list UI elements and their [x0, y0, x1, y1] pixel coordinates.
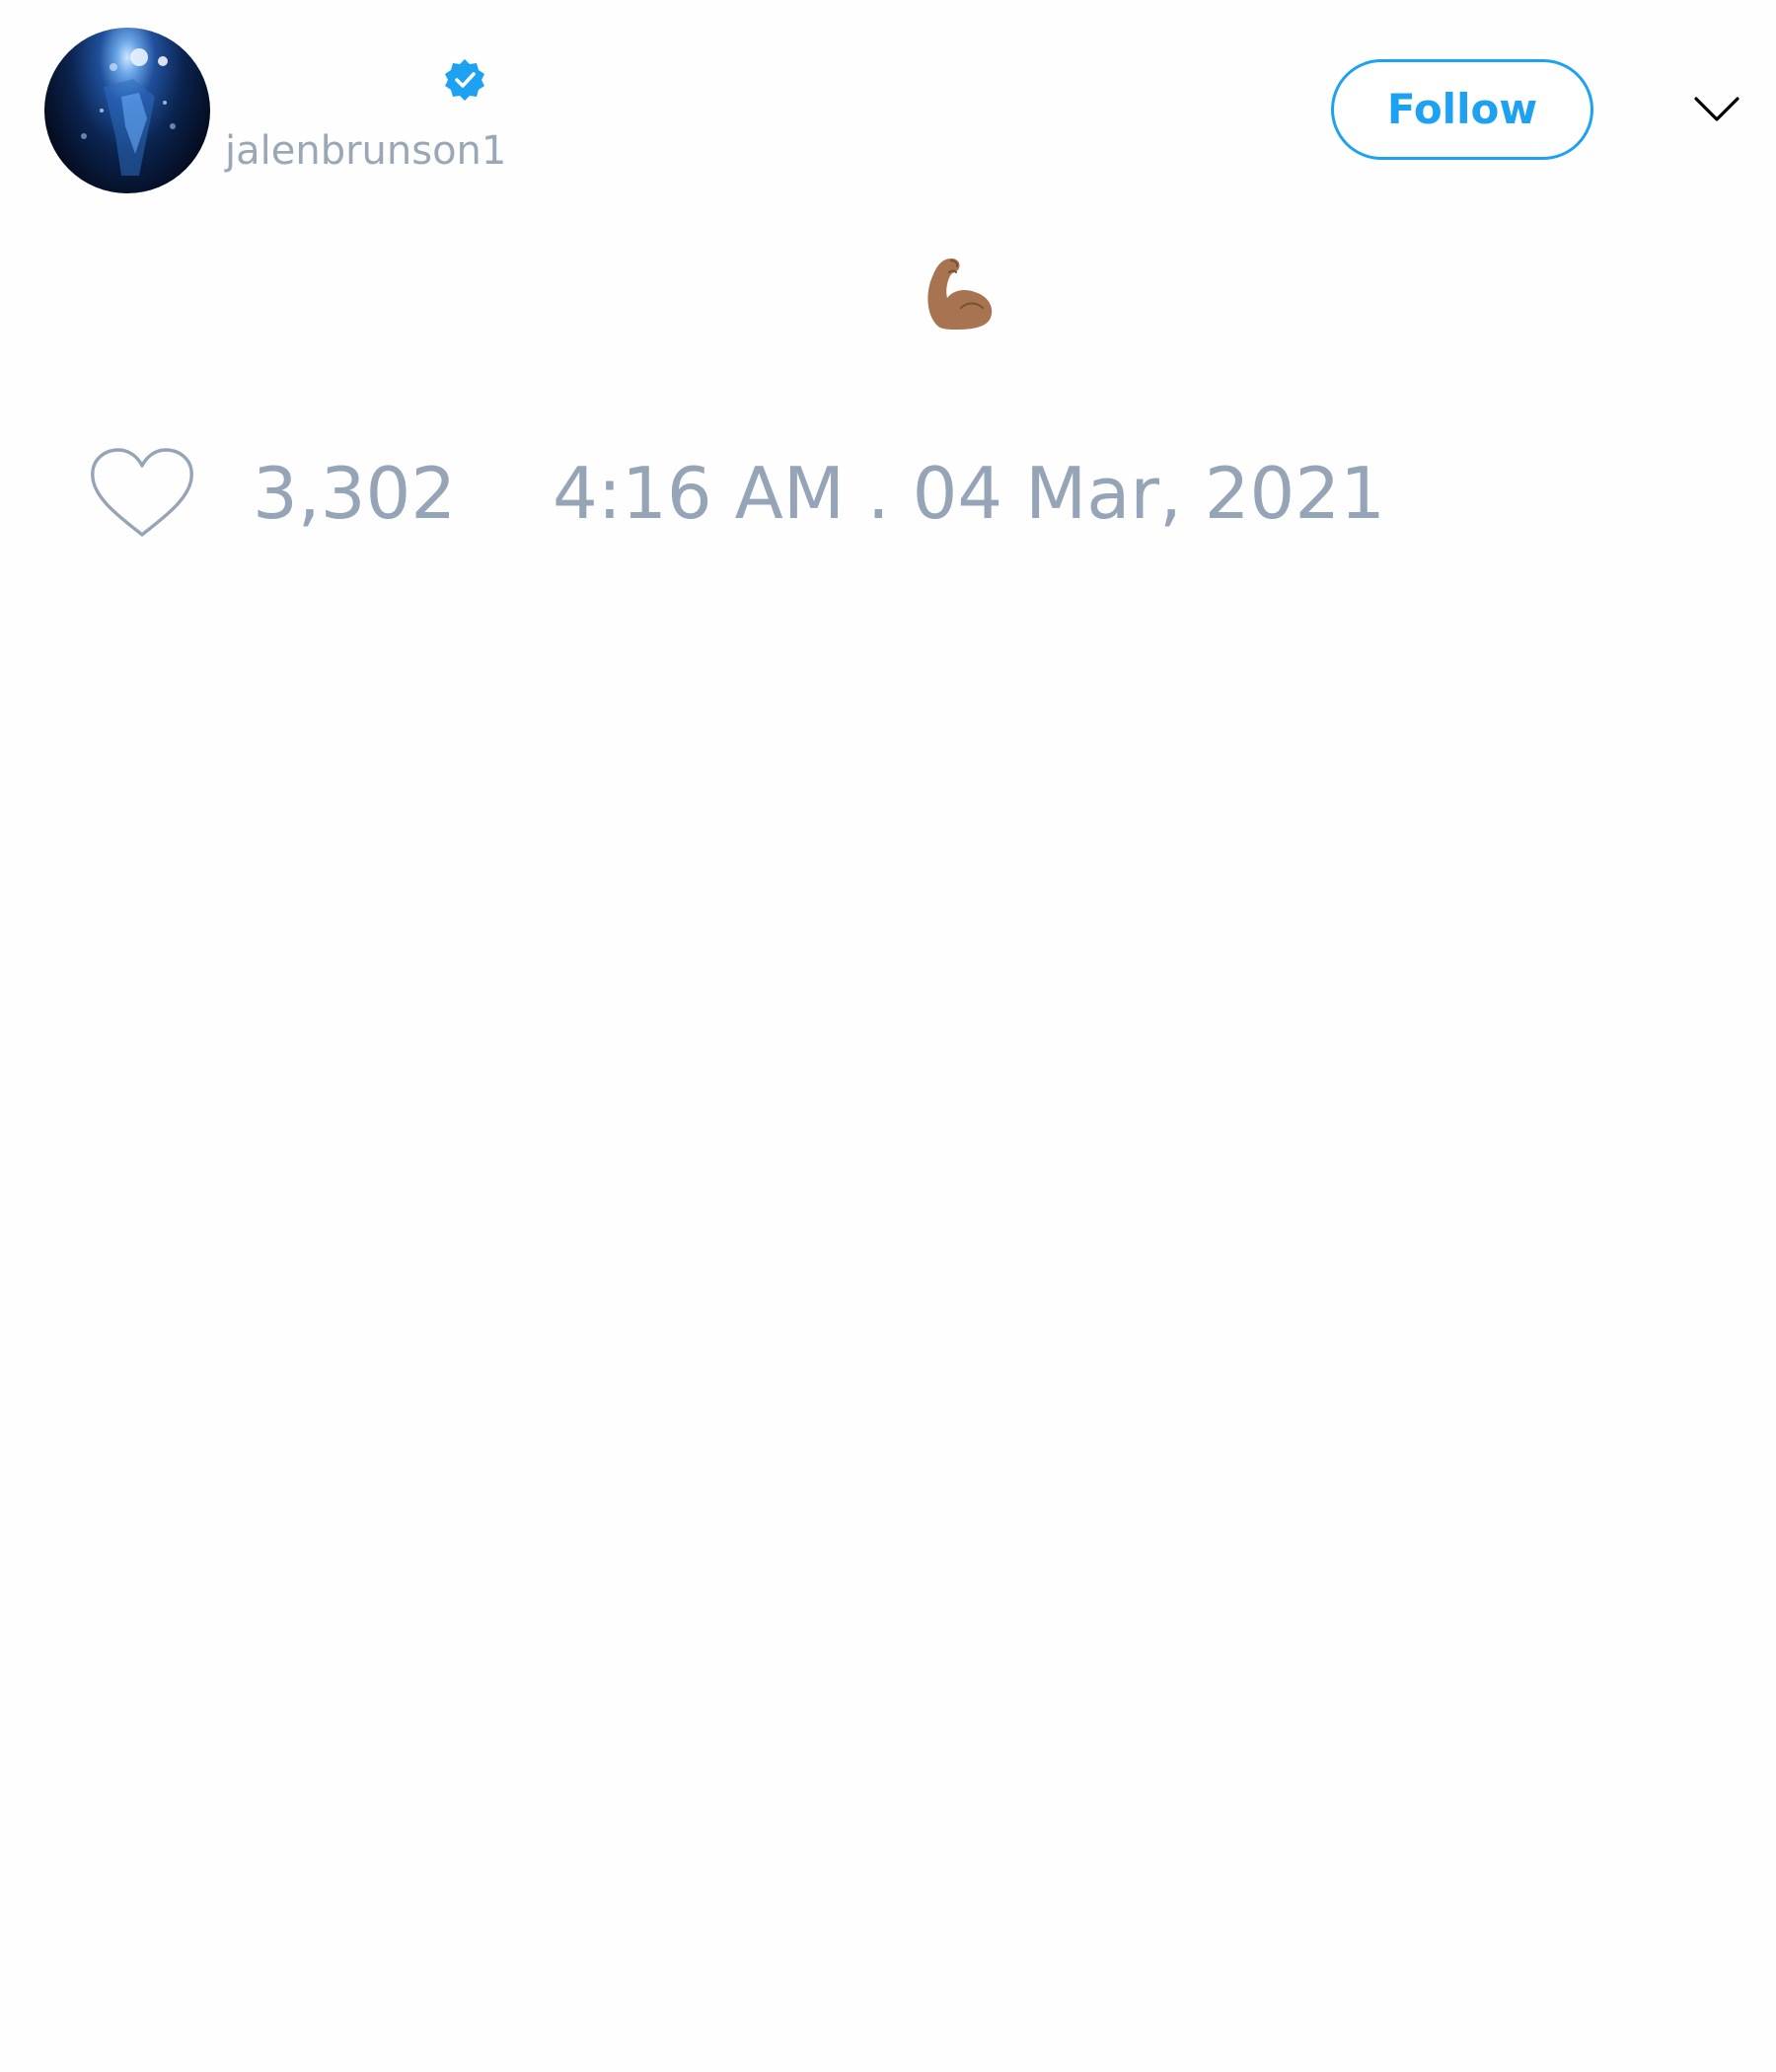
follow-button[interactable]: Follow: [1331, 59, 1593, 160]
avatar[interactable]: [44, 28, 210, 193]
chevron-down-icon[interactable]: [1693, 95, 1740, 124]
avatar-image: [81, 48, 176, 176]
heart-icon[interactable]: [89, 446, 195, 541]
tweet-card: jalenbrunson1 Follow 3,302 4:16 AM . 04 …: [0, 0, 1776, 2072]
verified-badge-icon: [442, 57, 487, 103]
tweet-timestamp[interactable]: 4:16 AM . 04 Mar, 2021: [553, 449, 1385, 538]
flexed-biceps-emoji: [916, 251, 999, 333]
like-count: 3,302: [253, 452, 457, 535]
user-handle[interactable]: jalenbrunson1: [225, 126, 506, 176]
